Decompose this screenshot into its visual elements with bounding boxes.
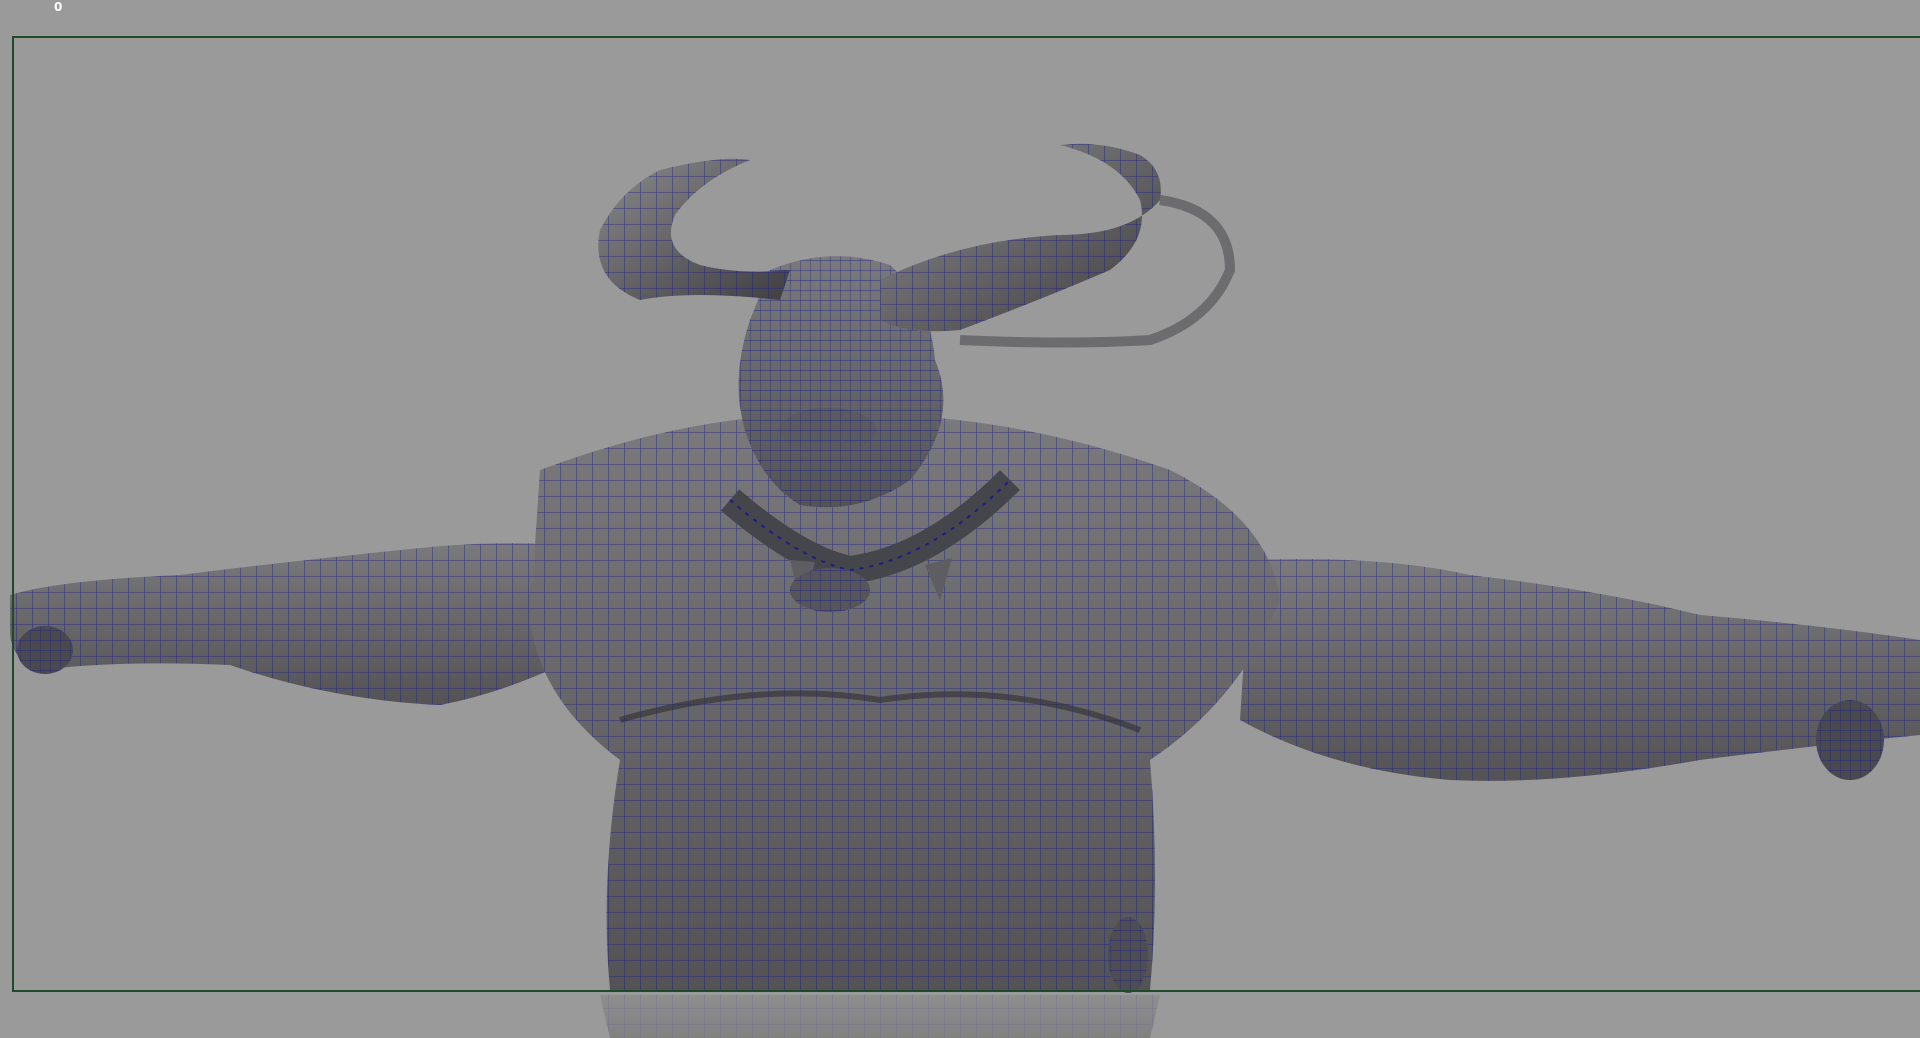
right-arm-mesh xyxy=(1240,559,1920,781)
left-arm-mesh xyxy=(10,543,610,705)
modeling-viewport[interactable]: 0 xyxy=(0,0,1920,1038)
torso-mesh xyxy=(530,414,1280,993)
frame-counter: 0 xyxy=(54,0,63,14)
left-horn-mesh xyxy=(598,158,790,300)
right-horn-mesh xyxy=(880,143,1236,348)
floor-reflection xyxy=(600,995,1160,1038)
character-model[interactable] xyxy=(0,0,1920,1038)
